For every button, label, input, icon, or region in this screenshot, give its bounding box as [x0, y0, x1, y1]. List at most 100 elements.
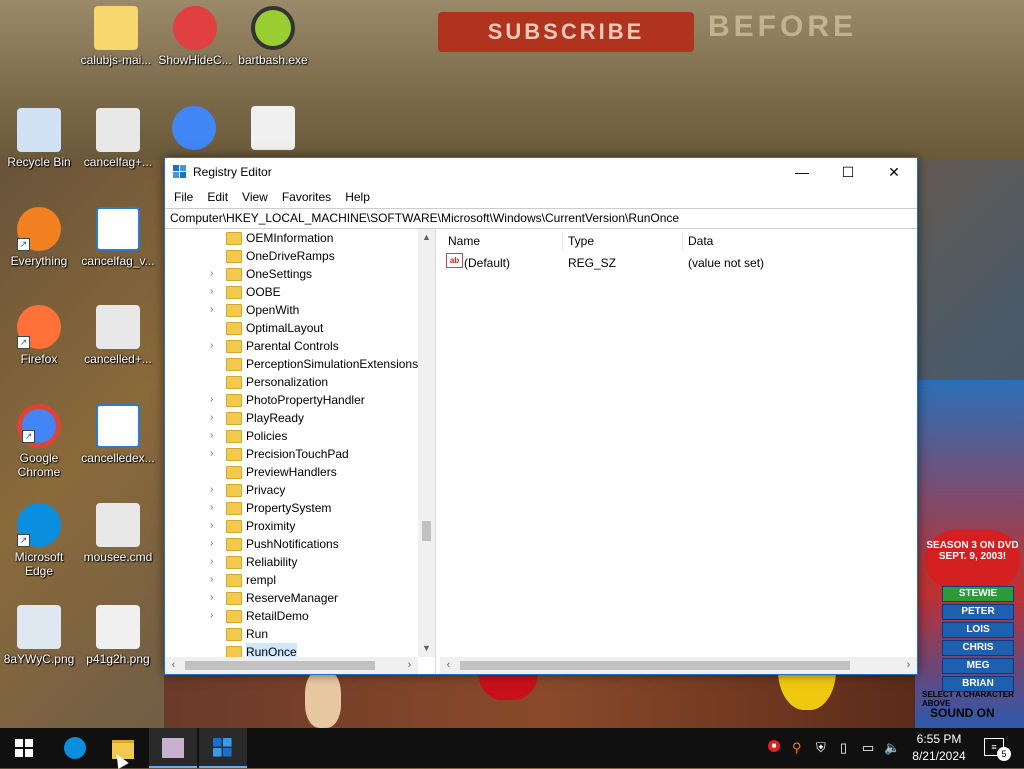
expand-chevron-icon[interactable]: › — [210, 301, 220, 319]
address-bar[interactable]: Computer\HKEY_LOCAL_MACHINE\SOFTWARE\Mic… — [165, 208, 917, 229]
tree-key-row[interactable]: › rempl — [165, 571, 418, 589]
tree-key-row[interactable]: › OneSettings — [165, 265, 418, 283]
desktop-icon-showhide[interactable]: ShowHideC... — [157, 6, 233, 67]
start-button[interactable] — [0, 728, 48, 768]
folder-icon — [226, 232, 242, 245]
desktop-icon-mousee[interactable]: mousee.cmd — [80, 503, 156, 564]
menu-edit[interactable]: Edit — [200, 190, 235, 204]
tree-key-row[interactable]: › OOBE — [165, 283, 418, 301]
menu-favorites[interactable]: Favorites — [275, 190, 338, 204]
desktop-icon-p41g2h[interactable]: p41g2h.png — [80, 605, 156, 666]
tray-usb-icon[interactable]: ▯ — [840, 740, 847, 756]
taskbar-registry-editor[interactable] — [199, 728, 247, 768]
desktop-icon-label: Microsoft Edge — [14, 550, 64, 578]
tray-network-icon[interactable]: ▭ — [862, 740, 874, 756]
expand-chevron-icon[interactable]: › — [210, 589, 220, 607]
column-separator[interactable] — [562, 232, 563, 250]
minimize-button[interactable]: — — [779, 158, 825, 186]
tree-vertical-scrollbar[interactable]: ▲ ▼ — [418, 229, 435, 657]
expand-chevron-icon[interactable]: › — [210, 535, 220, 553]
scroll-thumb[interactable] — [422, 521, 431, 541]
tree-key-row[interactable]: › ReserveManager — [165, 589, 418, 607]
tray-security-icon[interactable]: ⛨ — [816, 740, 826, 756]
expand-chevron-icon[interactable]: › — [210, 265, 220, 283]
desktop-icon-recycle-bin[interactable]: Recycle Bin — [1, 108, 77, 169]
scroll-thumb[interactable] — [460, 661, 850, 670]
tree-key-row[interactable]: OneDriveRamps — [165, 247, 418, 265]
column-data[interactable]: Data — [688, 234, 713, 248]
tree-key-row[interactable]: › Proximity — [165, 517, 418, 535]
desktop-icon-chrome-2[interactable] — [156, 106, 232, 153]
tree-key-row[interactable]: PerceptionSimulationExtensions — [165, 355, 418, 373]
scroll-thumb[interactable] — [185, 661, 375, 670]
tree-key-row[interactable]: › Policies — [165, 427, 418, 445]
title-bar[interactable]: Registry Editor — ☐ ✕ — [165, 158, 917, 186]
menu-file[interactable]: File — [167, 190, 200, 204]
taskbar-edge[interactable] — [51, 728, 99, 768]
scroll-down-icon[interactable]: ▼ — [418, 640, 435, 657]
tree-key-row[interactable]: Personalization — [165, 373, 418, 391]
menu-view[interactable]: View — [235, 190, 275, 204]
desktop-icon-cancelledex[interactable]: cancelledex... — [80, 404, 156, 465]
desktop-icon-microsoft-edge[interactable]: ↗ Microsoft Edge — [1, 503, 77, 578]
expand-chevron-icon[interactable]: › — [210, 427, 220, 445]
expand-chevron-icon[interactable]: › — [210, 571, 220, 589]
notification-center-icon[interactable]: ≡ 5 — [984, 738, 1011, 761]
expand-chevron-icon[interactable]: › — [210, 337, 220, 355]
tray-search-icon[interactable]: ⚲ — [792, 740, 802, 756]
scroll-left-icon[interactable]: ‹ — [165, 657, 182, 674]
desktop-icon-cancelled[interactable]: cancelled+... — [80, 305, 156, 366]
tray-volume-icon[interactable]: 🔈 — [884, 740, 900, 756]
tree-key-row[interactable]: › Parental Controls — [165, 337, 418, 355]
expand-chevron-icon[interactable]: › — [210, 607, 220, 625]
tree-key-row[interactable]: OptimalLayout — [165, 319, 418, 337]
desktop-icon-calubjs[interactable]: calubjs-mai... — [78, 6, 154, 67]
tree-key-row[interactable]: OEMInformation — [165, 229, 418, 247]
tree-key-row[interactable]: PreviewHandlers — [165, 463, 418, 481]
values-horizontal-scrollbar[interactable]: ‹ › — [440, 657, 917, 674]
taskbar-app[interactable] — [149, 728, 197, 768]
expand-chevron-icon[interactable]: › — [210, 481, 220, 499]
expand-chevron-icon[interactable]: › — [210, 391, 220, 409]
expand-chevron-icon[interactable]: › — [210, 553, 220, 571]
desktop-icon-firefox[interactable]: ↗ Firefox — [1, 305, 77, 366]
tray-app-icon[interactable]: ■ — [768, 740, 780, 752]
expand-chevron-icon[interactable]: › — [210, 283, 220, 301]
scroll-right-icon[interactable]: › — [401, 657, 418, 674]
scroll-left-icon[interactable]: ‹ — [440, 657, 457, 674]
desktop-icon-cancelfag-2[interactable]: cancelfag_v... — [80, 207, 156, 268]
tree-key-row[interactable]: › OpenWith — [165, 301, 418, 319]
menu-help[interactable]: Help — [338, 190, 377, 204]
taskbar-clock[interactable]: 6:55 PM 8/21/2024 — [904, 731, 974, 765]
expand-chevron-icon[interactable]: › — [210, 499, 220, 517]
scroll-right-icon[interactable]: › — [900, 657, 917, 674]
desktop-icon-everything[interactable]: ↗ Everything — [1, 207, 77, 268]
tree-key-row[interactable]: › PrecisionTouchPad — [165, 445, 418, 463]
tree-key-row[interactable]: › PropertySystem — [165, 499, 418, 517]
close-button[interactable]: ✕ — [871, 158, 917, 186]
column-name[interactable]: Name — [448, 234, 480, 248]
tree-key-row[interactable]: Run — [165, 625, 418, 643]
desktop-icon-java[interactable] — [235, 106, 311, 153]
maximize-button[interactable]: ☐ — [825, 158, 871, 186]
tree-key-row[interactable]: › PlayReady — [165, 409, 418, 427]
expand-chevron-icon[interactable]: › — [210, 409, 220, 427]
desktop-icon-cancelfag-1[interactable]: cancelfag+... — [80, 108, 156, 169]
expand-chevron-icon[interactable]: › — [210, 517, 220, 535]
value-row[interactable]: ab (Default) REG_SZ (value not set) — [440, 253, 917, 273]
tree-key-row[interactable]: › Reliability — [165, 553, 418, 571]
desktop-icon-google-chrome[interactable]: ↗ Google Chrome — [1, 404, 77, 479]
tree-horizontal-scrollbar[interactable]: ‹ › — [165, 657, 418, 674]
tree-key-row[interactable]: › PhotoPropertyHandler — [165, 391, 418, 409]
scroll-up-icon[interactable]: ▲ — [418, 229, 435, 246]
column-separator[interactable] — [682, 232, 683, 250]
expand-chevron-icon[interactable]: › — [210, 445, 220, 463]
desktop-icon-label: cancelfag+... — [83, 155, 153, 169]
desktop-icon-8aywyc[interactable]: 8aYWyC.png — [1, 605, 77, 666]
tree-key-row[interactable]: › RetailDemo — [165, 607, 418, 625]
tree-key-row[interactable]: › PushNotifications — [165, 535, 418, 553]
tree-key-row[interactable]: › Privacy — [165, 481, 418, 499]
tree-key-row[interactable]: RunOnce — [165, 643, 418, 657]
desktop-icon-bartbash[interactable]: bartbash.exe — [235, 6, 311, 67]
column-type[interactable]: Type — [568, 234, 594, 248]
